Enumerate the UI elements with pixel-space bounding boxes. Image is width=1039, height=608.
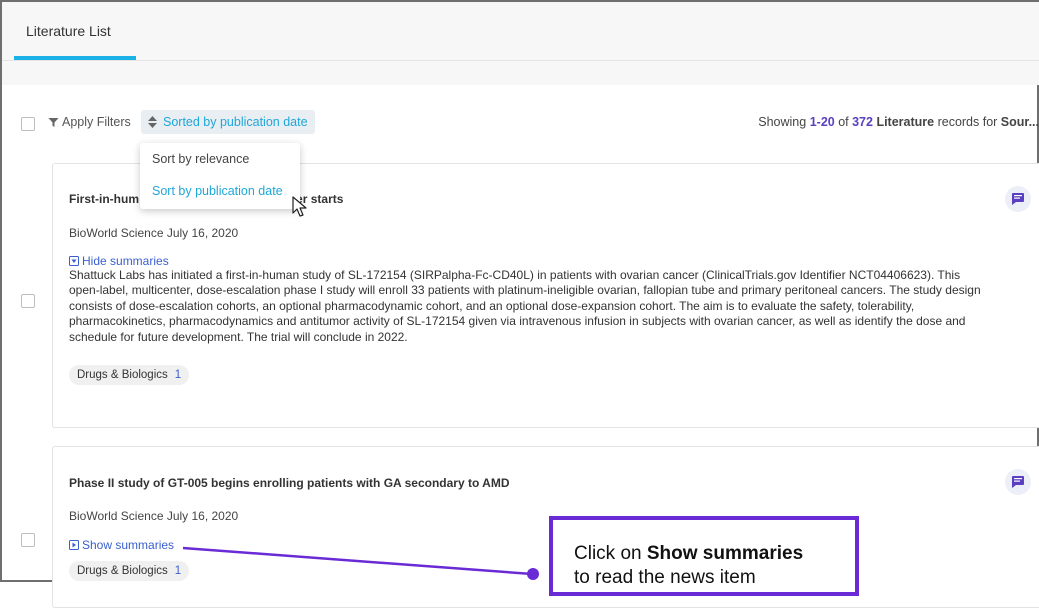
- notes-button[interactable]: [1005, 186, 1031, 212]
- callout-line-1: Click on Show summaries: [574, 543, 804, 564]
- collapse-icon: [69, 256, 79, 266]
- record-card: Phase II study of GT-005 begins enrollin…: [52, 446, 1039, 608]
- select-all-checkbox[interactable]: [21, 117, 35, 131]
- record-checkbox[interactable]: [21, 294, 35, 308]
- hide-summaries-link[interactable]: Hide summaries: [69, 254, 169, 268]
- record-source-date: BioWorld Science July 16, 2020: [69, 509, 239, 523]
- results-range: 1-20: [809, 115, 835, 129]
- sort-menu: Sort by relevance Sort by publication da…: [140, 143, 300, 209]
- notes-button[interactable]: [1005, 469, 1031, 495]
- sort-option-relevance[interactable]: Sort by relevance: [152, 152, 249, 166]
- results-total: 372: [852, 115, 873, 129]
- tab-literature-list[interactable]: Literature List: [26, 23, 111, 39]
- results-source: Sour...: [1000, 115, 1039, 129]
- tag-drugs-biologics[interactable]: Drugs & Biologics 1: [69, 365, 190, 385]
- results-summary: Showing 1-20 of 372 Literature records f…: [758, 115, 1039, 129]
- show-summaries-label: Show summaries: [82, 538, 175, 552]
- expand-icon: [69, 540, 79, 550]
- record-checkbox[interactable]: [21, 533, 35, 547]
- hide-summaries-label: Hide summaries: [82, 254, 169, 268]
- notes-icon: [1012, 193, 1024, 205]
- record-summary: Shattuck Labs has initiated a first-in-h…: [69, 268, 981, 344]
- apply-filters-button[interactable]: Apply Filters: [48, 115, 131, 129]
- tag-drugs-biologics[interactable]: Drugs & Biologics 1: [69, 561, 190, 581]
- notes-icon: [1012, 476, 1024, 488]
- apply-filters-label: Apply Filters: [62, 115, 131, 129]
- show-summaries-link[interactable]: Show summaries: [69, 538, 174, 552]
- tab-bar: Literature List: [2, 2, 1039, 61]
- callout-line-2: to read the news item: [574, 567, 756, 588]
- sort-option-publication-date[interactable]: Sort by publication date: [152, 184, 283, 198]
- tag-count: 1: [174, 565, 182, 577]
- instruction-callout: Click on Show summaries to read the news…: [549, 516, 859, 596]
- sort-label: Sorted by publication date: [163, 115, 308, 129]
- results-type: Literature: [876, 115, 935, 129]
- toolbar-spacer: [2, 61, 1039, 85]
- mouse-cursor-icon: [292, 196, 307, 217]
- active-tab-indicator: [14, 56, 136, 60]
- filter-icon: [48, 117, 59, 127]
- record-title[interactable]: Phase II study of GT-005 begins enrollin…: [69, 476, 510, 490]
- record-source-date: BioWorld Science July 16, 2020: [69, 226, 239, 240]
- sort-icon: [148, 116, 157, 128]
- tag-count: 1: [174, 369, 182, 381]
- sort-dropdown-button[interactable]: Sorted by publication date: [141, 110, 315, 134]
